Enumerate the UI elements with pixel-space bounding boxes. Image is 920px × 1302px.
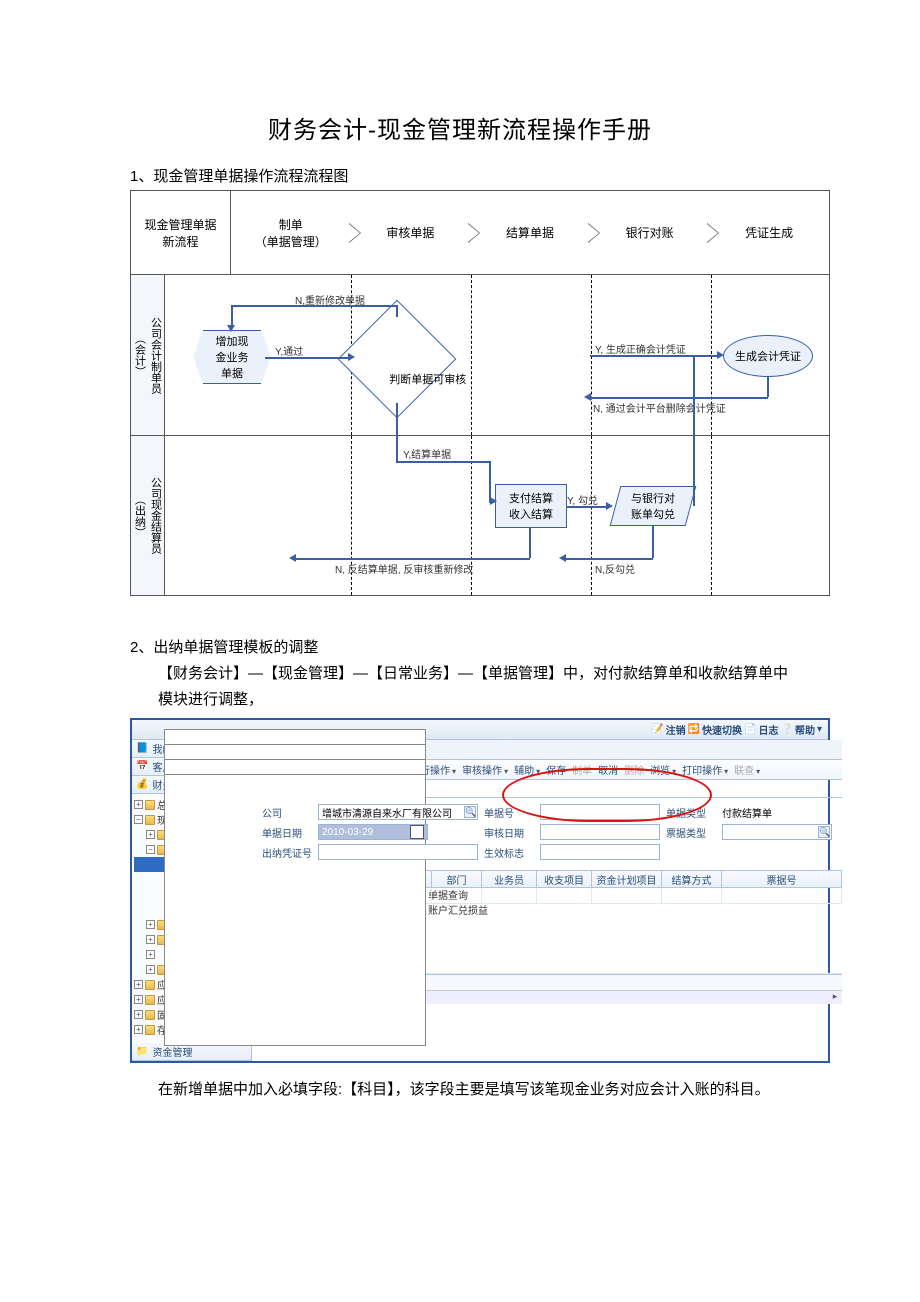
inp-vno[interactable]	[318, 844, 478, 860]
inp-date[interactable]: 2010-03-29	[318, 824, 428, 840]
col-5[interactable]: 收支项目	[537, 871, 592, 887]
nav-tree: +总账 −现金管理 +初始设置 −日常业务 单据管理 到账通知 单据查询 账户汇…	[132, 794, 251, 1043]
topbar-logout[interactable]: 📝注销	[651, 722, 685, 737]
lbl-date: 单据日期	[262, 825, 312, 840]
topbar-switch[interactable]: 🔁快速切换	[688, 722, 742, 737]
flow-head-4: 银行对账	[590, 191, 710, 274]
topbar-help[interactable]: ❔帮助 ▾	[781, 722, 822, 737]
inp-adate[interactable]	[540, 824, 660, 840]
flowchart: 现金管理单据新流程 制单 （单据管理） 审核单据 结算单据 银行对账 凭证生成 …	[130, 190, 830, 596]
section-1-head: 1、现金管理单据操作流程流程图	[130, 165, 790, 186]
section-2-body: 【财务会计】—【现金管理】—【日常业务】—【单据管理】中，对付款结算单和收款结算…	[158, 661, 790, 712]
lane-1-label: 公司会计制单员 （会计）	[131, 275, 165, 435]
lbl-company: 公司	[262, 805, 312, 820]
col-3[interactable]: 部门	[432, 871, 482, 887]
section-2-after: 在新增单据中加入必填字段:【科目】，该字段主要是填写该笔现金业务对应会计入账的科…	[158, 1077, 790, 1103]
tb-link[interactable]: 联查	[734, 762, 760, 777]
inp-bno[interactable]	[540, 804, 660, 820]
section-2-head: 2、出纳单据管理模板的调整	[130, 636, 790, 657]
col-6[interactable]: 资金计划项目	[592, 871, 662, 887]
tb-make[interactable]: 制单	[572, 762, 592, 777]
lbl-bno: 单据号	[484, 805, 534, 820]
tb-audit[interactable]: 审核操作	[462, 762, 508, 777]
doc-title: 财务会计-现金管理新流程操作手册	[130, 110, 790, 145]
flow-title: 现金管理单据新流程	[131, 191, 231, 275]
col-7[interactable]: 结算方式	[662, 871, 722, 887]
sidebar-fund[interactable]: 📁资金管理	[132, 1043, 251, 1061]
inp-eff[interactable]	[540, 844, 660, 860]
lbl-btype: 单据类型	[666, 805, 716, 820]
col-4[interactable]: 业务员	[482, 871, 537, 887]
lbl-ptype: 票据类型	[666, 825, 716, 840]
flow-head-1: 制单 （单据管理）	[231, 191, 351, 274]
flow-step-bank: 与银行对 账单勾兑	[610, 486, 697, 526]
flow-head-3: 结算单据	[470, 191, 590, 274]
lbl-adate: 审核日期	[484, 825, 534, 840]
flow-head-5: 凭证生成	[709, 191, 829, 274]
val-btype: 付款结算单	[722, 805, 832, 820]
tb-browse[interactable]: 浏览	[650, 762, 676, 777]
tb-cancel[interactable]: 取消	[598, 762, 618, 777]
inp-company[interactable]: 增城市清源自来水厂有限公司🔍	[318, 804, 478, 820]
tb-print[interactable]: 打印操作	[682, 762, 728, 777]
col-8[interactable]: 票据号	[722, 871, 842, 887]
lbl-eff: 生效标志	[484, 845, 534, 860]
flow-decision-audit: 判断单据可审核	[338, 300, 457, 419]
screenshot: 📝注销 🔁快速切换 📄日志 ❔帮助 ▾ 📘我的工作 📅客户化 💰财务会计 +总账…	[130, 718, 830, 1063]
tb-assist[interactable]: 辅助	[514, 762, 540, 777]
lbl-vno: 出纳凭证号	[262, 845, 312, 860]
inp-ptype[interactable]: 🔍	[722, 824, 832, 840]
sidebar: 📘我的工作 📅客户化 💰财务会计 +总账 −现金管理 +初始设置 −日常业务 单…	[132, 740, 252, 1061]
flow-step-settle: 支付结算 收入结算	[495, 484, 567, 528]
flow-head-2: 审核单据	[351, 191, 471, 274]
lane-2-label: 公司现金结算员 （出纳）	[131, 435, 165, 595]
topbar-log[interactable]: 📄日志	[744, 722, 778, 737]
flow-step-voucher: 生成会计凭证	[723, 335, 813, 377]
tb-save[interactable]: 保存	[546, 762, 566, 777]
tb-del[interactable]: 删除	[624, 762, 644, 777]
form-area: 公司 增城市清源自来水厂有限公司🔍 单据号 单据类型 付款结算单 单据日期 20…	[252, 798, 842, 866]
